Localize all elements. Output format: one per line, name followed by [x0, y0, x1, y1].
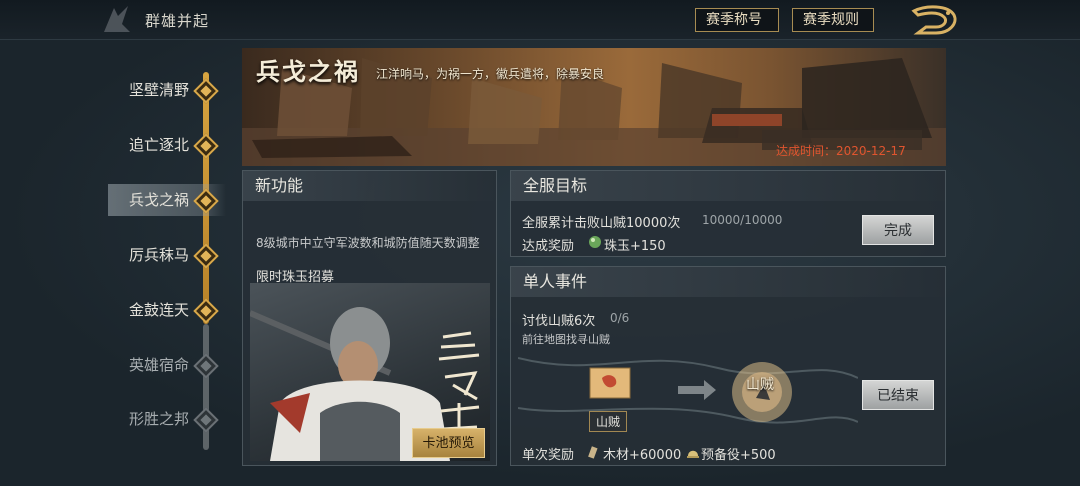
reserve-helmet-icon: [687, 450, 699, 458]
banner-title: 兵戈之祸: [256, 58, 360, 86]
jade-icon: [589, 236, 601, 248]
server-goal-progress: 10000/10000: [702, 213, 783, 227]
event-map: [518, 348, 858, 434]
emblem-icon: [104, 6, 130, 32]
calligraphy-mark: [438, 331, 480, 431]
wood-icon: [588, 446, 598, 459]
bandit-target-label: 山贼: [746, 377, 774, 393]
single-event-heading: 单人事件: [511, 267, 945, 297]
server-goal-reward: 珠玉+150: [604, 239, 666, 254]
achieved-date: 达成时间：2020-12-17: [776, 144, 906, 158]
map-tag-label: 山贼: [589, 411, 628, 432]
single-event-hint: 前往地图找寻山贼: [522, 333, 610, 346]
server-goal-reward-label: 达成奖励: [522, 239, 575, 254]
season-title-button[interactable]: 赛季称号: [695, 8, 779, 32]
single-reward-label: 单次奖励: [522, 448, 575, 463]
map-illustration: [518, 357, 858, 424]
new-feature-desc: 8级城市中立守军波数和城防值随天数调整: [256, 236, 480, 250]
reward-reserve: 预备役+500: [701, 448, 776, 463]
new-feature-heading: 新功能: [243, 171, 496, 201]
single-event-task: 讨伐山贼6次: [522, 314, 596, 329]
complete-button[interactable]: 完成: [862, 215, 934, 245]
server-goal-heading: 全服目标: [511, 171, 945, 201]
reward-wood: 木材+60000: [603, 448, 682, 463]
top-bar: 群雄并起 赛季称号 赛季规则: [0, 0, 1080, 40]
season-rules-button[interactable]: 赛季规则: [792, 8, 874, 32]
app-title: 群雄并起: [145, 12, 210, 30]
single-event-progress: 0/6: [610, 311, 630, 325]
banner-subtitle: 江洋响马，为祸一方，徽兵遣将，除暴安良: [376, 67, 605, 81]
server-goal-task: 全服累计击败山贼10000次: [522, 216, 681, 231]
pool-preview-button[interactable]: 卡池预览: [412, 428, 485, 458]
back-dragon-icon[interactable]: [908, 3, 960, 37]
ended-button[interactable]: 已结束: [862, 380, 934, 410]
